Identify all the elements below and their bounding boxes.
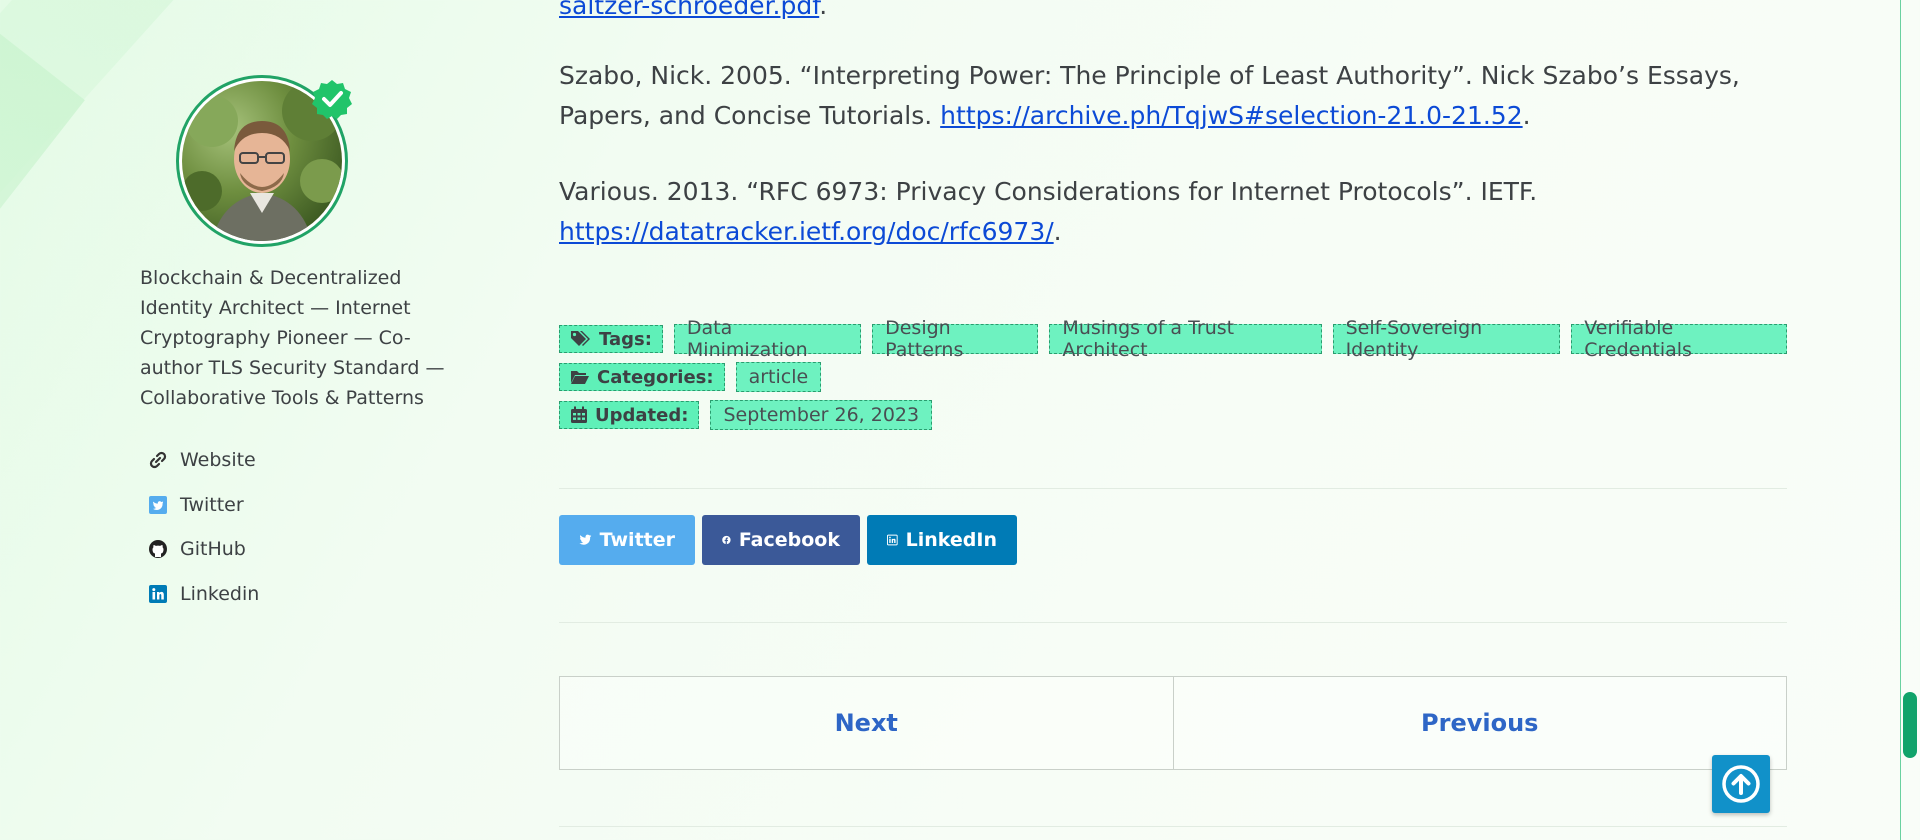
author-link-twitter[interactable]: Twitter bbox=[148, 483, 259, 528]
categories-label-text: Categories: bbox=[597, 366, 714, 388]
share-buttons: Twitter Facebook LinkedIn bbox=[559, 515, 1017, 565]
reference-rfc6973: Various. 2013. “RFC 6973: Privacy Consid… bbox=[559, 172, 1787, 252]
punctuation: . bbox=[1522, 101, 1531, 130]
share-twitter-label: Twitter bbox=[599, 529, 675, 551]
link-icon bbox=[148, 450, 168, 470]
reference-link[interactable]: https://archive.ph/TqjwS#selection-21.0-… bbox=[940, 101, 1522, 130]
tags-icon bbox=[571, 331, 590, 346]
author-link-label: Linkedin bbox=[180, 582, 260, 605]
divider bbox=[559, 622, 1787, 623]
reference-text: Various. 2013. “RFC 6973: Privacy Consid… bbox=[559, 177, 1538, 206]
updated-row: Updated: September 26, 2023 bbox=[559, 400, 1787, 430]
author-link-github[interactable]: GitHub bbox=[148, 527, 259, 572]
punctuation: . bbox=[819, 0, 828, 20]
arrow-circle-up-icon bbox=[1722, 765, 1760, 803]
reference-fragment: saltzer-schroeder.pdf. bbox=[559, 0, 827, 26]
tag-link[interactable]: Self-Sovereign Identity bbox=[1332, 317, 1561, 361]
folder-open-icon bbox=[571, 371, 589, 384]
tag-link[interactable]: Design Patterns bbox=[872, 317, 1039, 361]
divider bbox=[559, 826, 1787, 827]
linkedin-icon bbox=[148, 584, 168, 604]
tags-label: Tags: bbox=[559, 325, 663, 353]
updated-label-text: Updated: bbox=[595, 404, 689, 426]
author-bio: Blockchain & Decentralized Identity Arch… bbox=[140, 267, 445, 409]
reference-link[interactable]: saltzer-schroeder.pdf bbox=[559, 0, 819, 20]
background-ray bbox=[0, 0, 85, 652]
author-link-label: Twitter bbox=[180, 493, 244, 516]
categories-row: Categories: article bbox=[559, 362, 1787, 392]
author-link-website[interactable]: Website bbox=[148, 438, 259, 483]
reference-szabo: Szabo, Nick. 2005. “Interpreting Power: … bbox=[559, 56, 1787, 136]
calendar-icon bbox=[571, 406, 587, 423]
updated-label: Updated: bbox=[559, 401, 700, 429]
share-linkedin-label: LinkedIn bbox=[905, 529, 997, 551]
author-avatar bbox=[176, 75, 352, 247]
updated-date: September 26, 2023 bbox=[710, 400, 933, 430]
github-icon bbox=[148, 539, 168, 559]
tags-row: Tags: Data Minimization Design Patterns … bbox=[559, 317, 1787, 361]
page-taxonomy: Tags: Data Minimization Design Patterns … bbox=[559, 317, 1787, 438]
scrollbar-thumb[interactable] bbox=[1903, 692, 1917, 758]
pagination-previous[interactable]: Previous bbox=[1172, 677, 1787, 769]
linkedin-icon bbox=[887, 534, 898, 546]
share-facebook-label: Facebook bbox=[738, 529, 840, 551]
pagination-next[interactable]: Next bbox=[560, 677, 1173, 769]
scroll-to-top-button[interactable] bbox=[1712, 755, 1770, 813]
twitter-icon bbox=[148, 495, 168, 515]
share-twitter-button[interactable]: Twitter bbox=[559, 515, 695, 565]
share-facebook-button[interactable]: Facebook bbox=[702, 515, 860, 565]
author-link-label: GitHub bbox=[180, 538, 246, 561]
tag-link[interactable]: Musings of a Trust Architect bbox=[1049, 317, 1322, 361]
category-link[interactable]: article bbox=[735, 362, 822, 392]
tag-link[interactable]: Data Minimization bbox=[673, 317, 862, 361]
verified-badge-icon bbox=[312, 80, 352, 119]
author-links: Website Twitter GitHub Linkedin bbox=[148, 438, 259, 616]
categories-label: Categories: bbox=[559, 363, 725, 391]
pagination: Next Previous bbox=[559, 676, 1787, 770]
share-linkedin-button[interactable]: LinkedIn bbox=[867, 515, 1017, 565]
twitter-icon bbox=[579, 534, 592, 545]
author-link-label: Website bbox=[180, 449, 256, 472]
reference-link[interactable]: https://datatracker.ietf.org/doc/rfc6973… bbox=[559, 217, 1054, 246]
facebook-icon bbox=[722, 535, 731, 545]
punctuation: . bbox=[1053, 217, 1062, 246]
tags-label-text: Tags: bbox=[599, 328, 652, 350]
author-link-linkedin[interactable]: Linkedin bbox=[148, 572, 259, 617]
tag-link[interactable]: Verifiable Credentials bbox=[1571, 317, 1787, 361]
divider bbox=[559, 488, 1787, 489]
